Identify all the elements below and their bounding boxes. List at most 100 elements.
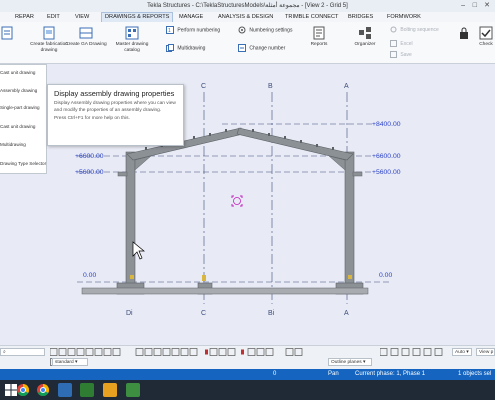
menu-item-assembly-drawing[interactable]: Assembly drawing [0,88,37,93]
level-label-upper-right: +6600.00 [372,153,401,160]
level-label-top: +8400.00 [372,121,401,128]
tab-bridges[interactable]: BRIDGES [348,12,373,22]
work-point-marker[interactable] [231,195,243,207]
tooltip-hint: Press Ctrl+F1 for more help on this. [54,116,130,121]
column-left[interactable] [125,151,136,285]
tab-manage[interactable]: MANAGE [179,12,203,22]
app2-taskbar-icon[interactable] [126,383,140,397]
standard-dropdown[interactable]: standard ▾ [52,358,88,366]
lock-button[interactable] [457,26,471,42]
base-plate-center [202,275,206,281]
tooltip-title: Display assembly drawing properties [54,89,175,98]
master-drawing-catalog-button[interactable]: Master drawing catalog [112,26,152,54]
grid-label-top-c: C [201,83,206,90]
menu-item-drawing-type-selector[interactable]: Drawing Type Selector [0,161,46,166]
chrome-icon-2[interactable] [36,383,50,397]
tab-formwork[interactable]: FORMWORK [387,12,421,22]
save-icon [390,51,397,59]
perform-numbering-button[interactable]: 1 Perform numbering [166,26,220,34]
level-label-ground-right: 0.00 [379,272,392,279]
minimize-icon[interactable]: – [461,0,465,12]
bolting-sequence-button[interactable]: Bolting sequence [390,26,439,34]
model-view-left [0,174,47,345]
organizer-button[interactable]: Organizer [351,26,379,48]
assembly-drawing-tooltip: Display assembly drawing properties Disp… [47,84,184,146]
check-button[interactable]: Check [477,26,495,48]
bottom-toolbar: ⌕ standard ▾ Outline planes ▾ Auto ▾ Vie… [0,345,495,369]
menu-item-cast-unit-drawing[interactable]: Cast unit drawing [0,70,36,75]
numbering-settings-button[interactable]: Numbering settings [238,26,292,34]
window-title: Tekla Structures - C:\TeklaStructuresMod… [147,3,348,9]
tab-trimble-connect[interactable]: TRIMBLE CONNECT [285,12,338,22]
ga-drawing-icon [79,27,93,39]
change-number-button[interactable]: Change number [238,44,285,52]
tekla-window: Tekla Structures - C:\TeklaStructuresMod… [0,0,495,400]
close-icon[interactable]: ✕ [484,0,490,12]
level-label-mid-right: +5600.00 [372,169,401,176]
grid-label-bottom-a: A [344,310,349,317]
grid-label-bottom-di: Di [126,310,133,317]
grid-label-top-b: B [268,83,273,90]
level-label-upper-left: +6600.00 [75,153,104,160]
settings-icon [238,26,246,34]
reports-icon [313,26,325,40]
bracket-left [117,171,128,177]
bolt-icon [390,26,397,33]
drawing-type-menu: Cast unit drawing Assembly drawing Singl… [0,64,47,174]
tab-repar[interactable]: REPAR [15,12,34,22]
tooltip-body: Display Assembly drawing properties wher… [54,101,176,113]
status-zero: 0 [273,371,277,377]
organizer-icon [359,27,371,39]
menu-item-cast-unit-drawing-2[interactable]: Cast unit drawing [0,124,36,129]
auto-dropdown[interactable]: Auto ▾ [452,348,472,356]
lock-icon [460,27,468,39]
catalog-icon [125,26,139,40]
column-right[interactable] [344,151,355,285]
status-selected: 1 objects sel [458,371,492,377]
tab-analysis-design[interactable]: ANALYSIS & DESIGN [218,12,273,22]
save-button[interactable]: Save [390,51,412,59]
ribbon: Create fabrication drawing Create GA Dra… [0,22,495,64]
multidrawing-icon [166,44,174,52]
multidrawing-button[interactable]: Multidrawing [166,44,205,52]
view-plane-dropdown[interactable]: View p [476,348,495,356]
rafter-right[interactable] [236,127,354,161]
outline-planes-dropdown[interactable]: Outline planes ▾ [328,358,372,366]
ribbon-tabs: REPAR EDIT VIEW DRAWINGS & REPORTS MANAG… [0,12,495,22]
maximize-icon[interactable]: □ [473,0,477,12]
level-label-mid-left: +5600.00 [75,169,104,176]
reports-button[interactable]: Reports [306,26,332,48]
tab-drawings-reports[interactable]: DRAWINGS & REPORTS [101,12,174,22]
create-ga-drawing-button[interactable]: Create GA Drawing [64,26,108,48]
base-plate-left [130,275,134,279]
menu-item-multidrawing[interactable]: Multidrawing [0,142,26,147]
status-pan: Pan [328,371,339,377]
svg-text:1: 1 [168,28,171,34]
excel-taskbar-icon[interactable] [80,383,94,397]
change-number-icon [238,44,246,52]
numbering-icon: 1 [166,26,174,34]
check-icon [479,26,493,40]
tekla-taskbar-icon[interactable] [58,383,72,397]
base-plate-right [348,275,352,279]
snap-toolbar[interactable] [50,348,320,357]
grid-label-top-a: A [344,83,349,90]
taskbar [0,380,495,400]
menu-item-single-part-drawing[interactable]: Single-part drawing [0,105,40,110]
drawing-icon [1,26,13,40]
ground-beam [81,287,369,295]
excel-button[interactable]: Excel [390,40,413,48]
excel-icon [390,40,397,48]
status-phase: Current phase: 1, Phase 1 [355,371,426,377]
tab-view[interactable]: VIEW [75,12,89,22]
tab-edit[interactable]: EDIT [47,12,60,22]
chrome-icon[interactable] [16,383,30,397]
grid-label-bottom-bi: Bi [268,310,275,317]
assembly-drawing-button[interactable] [0,26,14,42]
title-bar: Tekla Structures - C:\TeklaStructuresMod… [0,0,495,12]
fabrication-drawing-icon [43,26,55,40]
command-input[interactable]: ⌕ [0,348,45,356]
view-toolbar[interactable] [380,348,450,357]
status-bar: 0 Pan Current phase: 1, Phase 1 1 object… [0,369,495,380]
app-taskbar-icon[interactable] [103,383,117,397]
